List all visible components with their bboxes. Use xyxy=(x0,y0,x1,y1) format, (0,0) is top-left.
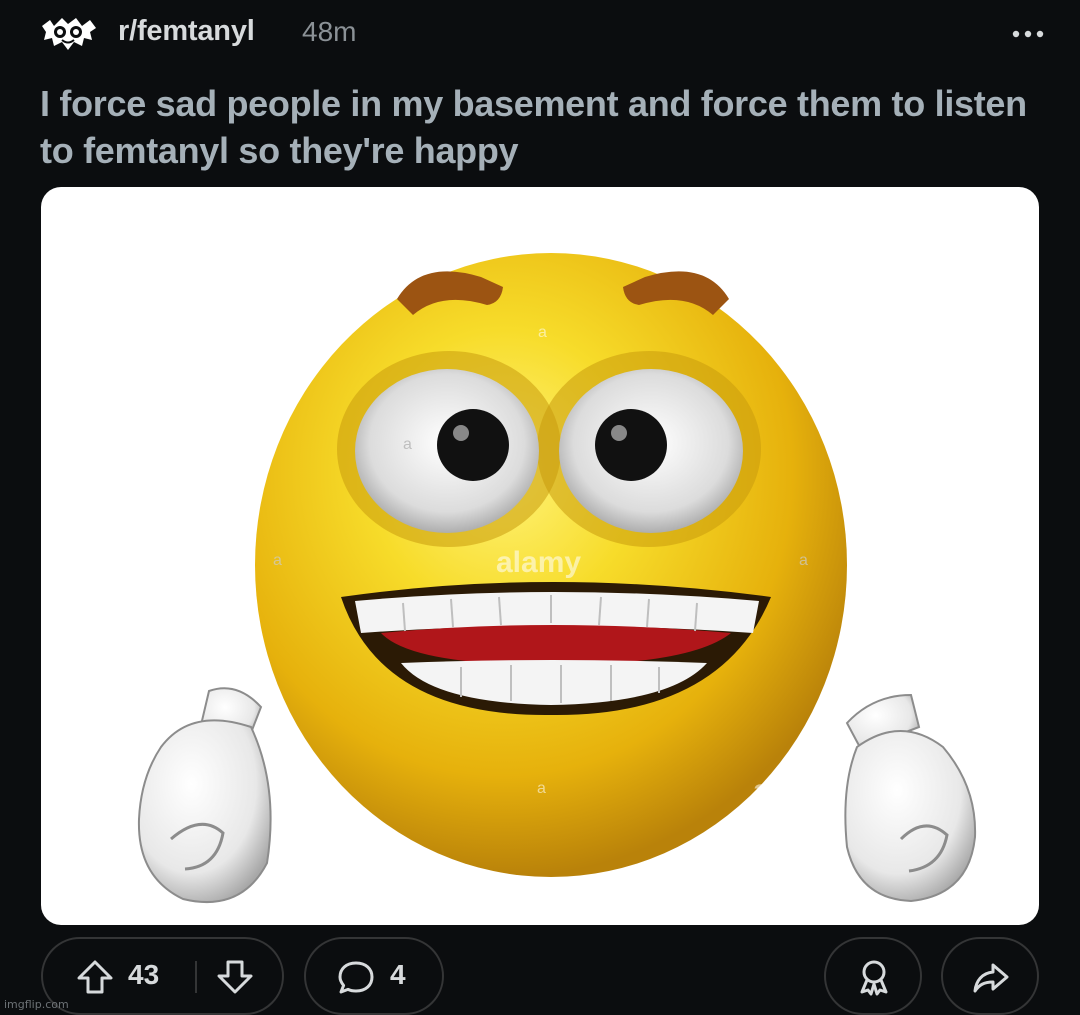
svg-text:a: a xyxy=(537,780,546,797)
svg-text:a: a xyxy=(799,552,808,569)
imgflip-watermark: imgflip.com xyxy=(4,998,69,1011)
upvote-button[interactable] xyxy=(75,957,115,997)
post-title[interactable]: I force sad people in my basement and fo… xyxy=(40,80,1040,174)
post-image[interactable]: alamy a a a a a ala xyxy=(41,187,1039,925)
subreddit-avatar[interactable] xyxy=(38,12,100,52)
left-glove xyxy=(137,687,272,903)
more-options-button[interactable] xyxy=(1008,12,1048,46)
arrow-down-icon xyxy=(217,960,253,994)
svg-text:a: a xyxy=(403,436,412,453)
subreddit-name[interactable]: r/femtanyl xyxy=(118,15,255,48)
comment-count: 4 xyxy=(390,959,406,990)
share-button[interactable] xyxy=(941,937,1039,1015)
post-action-bar: 43 4 xyxy=(0,937,1080,1015)
downvote-button[interactable] xyxy=(215,957,255,997)
smiling-emoji-image: alamy a a a a a ala xyxy=(137,253,977,903)
right-glove xyxy=(844,693,977,903)
comments-button[interactable]: 4 xyxy=(304,937,444,1015)
vote-controls: 43 xyxy=(41,937,284,1015)
ellipsis-icon xyxy=(1012,30,1044,38)
image-watermark-main: alamy xyxy=(496,546,581,579)
svg-text:a: a xyxy=(273,552,282,569)
speech-bubble-icon xyxy=(336,957,376,997)
svg-text:a: a xyxy=(538,324,547,341)
award-button[interactable] xyxy=(824,937,922,1015)
share-arrow-icon xyxy=(971,957,1011,997)
arrow-up-icon xyxy=(77,960,113,994)
vote-divider xyxy=(195,961,197,993)
post-header: r/femtanyl 48m xyxy=(38,8,1048,52)
svg-text:ala: ala xyxy=(753,774,792,805)
post-timestamp: 48m xyxy=(302,16,357,47)
award-ribbon-icon xyxy=(854,957,894,997)
vote-count: 43 xyxy=(128,959,160,990)
